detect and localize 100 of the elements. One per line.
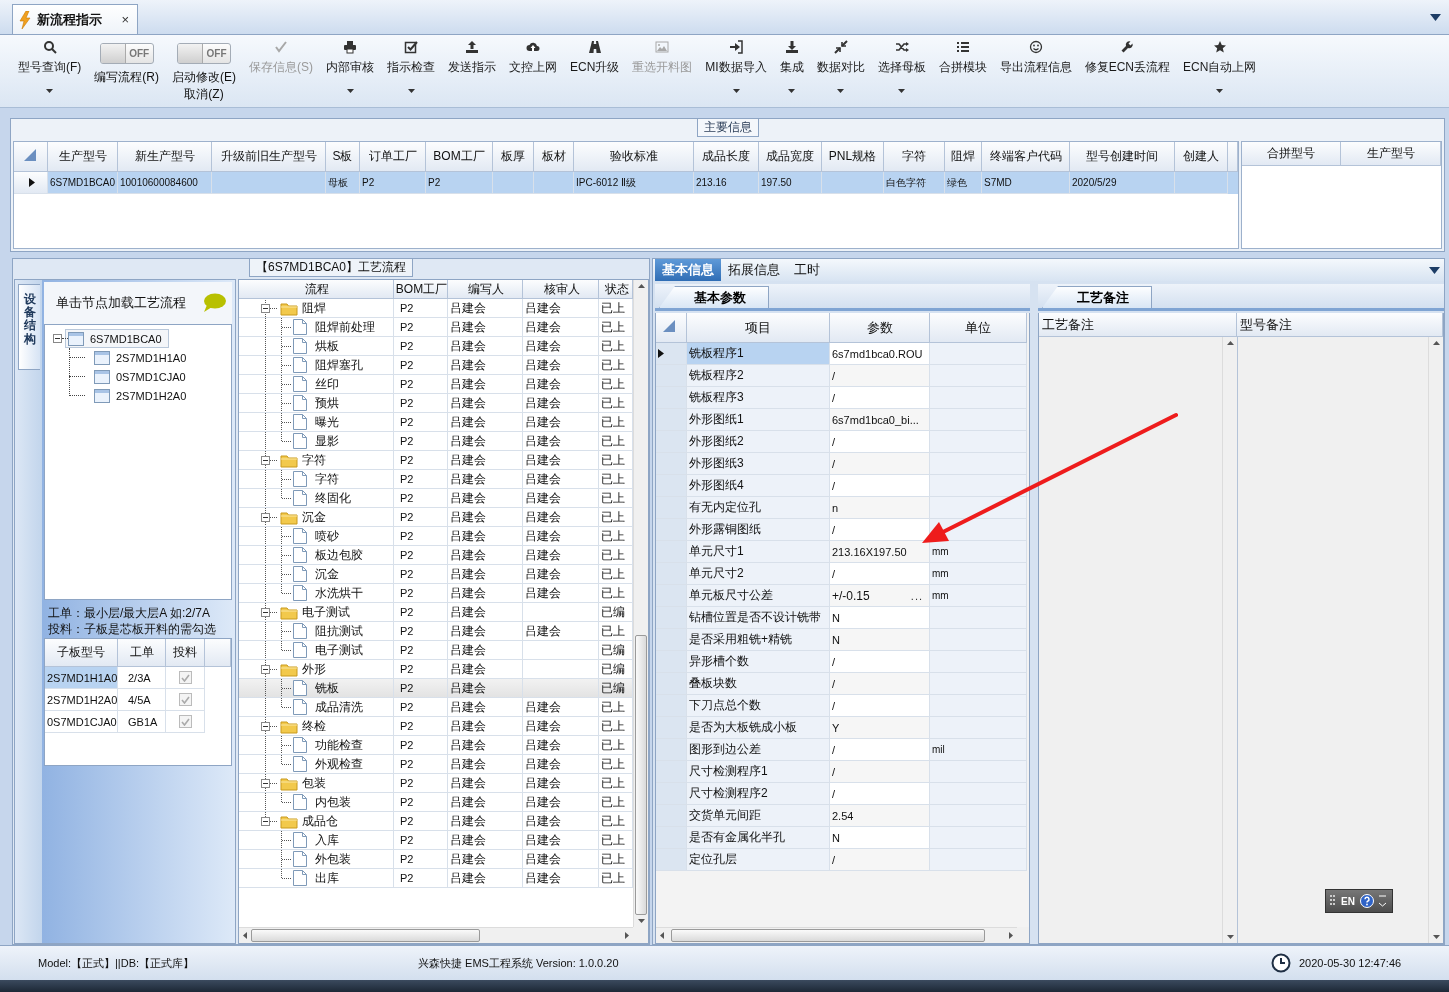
vertical-scrollbar[interactable] <box>1428 337 1443 943</box>
checkbox[interactable] <box>178 671 192 684</box>
grid-row[interactable]: 终检 P2 吕建会 吕建会 已上 <box>239 717 633 736</box>
tree-node[interactable]: 外形 <box>241 660 326 678</box>
toolbar-button[interactable]: 型号查询(F) <box>12 35 88 101</box>
grid-row[interactable]: 交货单元间距 2.54 <box>656 805 1029 827</box>
table-cell[interactable]: / <box>830 695 930 717</box>
grid-row[interactable]: 异形槽个数 / <box>656 651 1029 673</box>
column-header[interactable]: 板材 <box>534 142 574 172</box>
table-cell[interactable]: / <box>830 475 930 497</box>
grid-row[interactable]: 功能检查 P2 吕建会 吕建会 已上 <box>239 736 633 755</box>
table-row[interactable]: 6S7MD1BCA0 10010600084600 母板 P2 P2 IPC-6012 Ⅱ级 213.16 197.50 白色字符 绿色 S7MD 2020/5/29 <box>14 172 1238 194</box>
table-cell[interactable]: +/-0.15 ... <box>830 585 930 607</box>
column-header[interactable]: 状态 <box>599 280 633 299</box>
toolbar-button[interactable]: 修复ECN丢流程 <box>1078 35 1177 101</box>
table-cell[interactable]: 0S7MD1CJA0 <box>45 711 118 733</box>
scrollbar-thumb[interactable] <box>635 634 647 915</box>
table-cell[interactable]: / <box>830 387 930 409</box>
grid-row[interactable]: 成品清洗 P2 吕建会 吕建会 已上 <box>239 698 633 717</box>
tab[interactable]: 基本参数 <box>659 286 769 308</box>
tree-node[interactable]: 入库 <box>241 831 339 849</box>
tree-node[interactable]: 丝印 <box>241 375 339 393</box>
grid-row[interactable]: 铣板程序1 6s7md1bca0.ROU <box>656 343 1029 365</box>
table-cell[interactable]: / <box>830 783 930 805</box>
column-header[interactable]: 订单工厂 <box>360 142 426 172</box>
toolbar-button[interactable]: ECN自动上网 <box>1177 35 1263 101</box>
tree-node[interactable]: 喷砂 <box>241 527 339 545</box>
grid-row[interactable]: 外包装 P2 吕建会 吕建会 已上 <box>239 850 633 869</box>
toolbar-button[interactable]: ECN升级 <box>564 35 626 101</box>
tree-node[interactable]: 沉金 <box>241 565 339 583</box>
vertical-scrollbar[interactable] <box>633 280 648 927</box>
toolbar-button[interactable]: 内部审核 <box>320 35 380 101</box>
tree-node[interactable]: 曝光 <box>241 413 339 431</box>
tree-node[interactable]: 6S7MD1BCA0 <box>65 329 169 348</box>
grid-row[interactable]: 钻槽位置是否不设计铣带 N <box>656 607 1029 629</box>
table-cell[interactable]: / <box>830 519 930 541</box>
column-header[interactable]: S板 <box>326 142 360 172</box>
column-header[interactable]: 升级前旧生产型号 <box>212 142 326 172</box>
close-button[interactable]: × <box>119 12 131 27</box>
tree-node[interactable]: 外观检查 <box>241 755 363 773</box>
tree-node[interactable]: 终检 <box>241 717 326 735</box>
table-cell[interactable]: Y <box>830 717 930 739</box>
column-header[interactable]: 核审人 <box>523 280 599 299</box>
column-header[interactable]: 字符 <box>884 142 945 172</box>
toggle-switch[interactable]: OFF <box>99 43 154 64</box>
tree-node[interactable]: 阻焊塞孔 <box>241 356 363 374</box>
tree-node[interactable]: 包装 <box>241 774 326 792</box>
tree-node[interactable]: 水洗烘干 <box>241 584 363 602</box>
grid-row[interactable]: 喷砂 P2 吕建会 吕建会 已上 <box>239 527 633 546</box>
toolbar-button[interactable]: MI数据导入 <box>699 35 773 101</box>
scrollbar-thumb[interactable] <box>251 929 481 942</box>
grid-row[interactable]: 烘板 P2 吕建会 吕建会 已上 <box>239 337 633 356</box>
grid-row[interactable]: 终固化 P2 吕建会 吕建会 已上 <box>239 489 633 508</box>
horizontal-scrollbar[interactable] <box>239 927 633 943</box>
grid-row[interactable]: 电子测试 P2 吕建会 已编 <box>239 603 633 622</box>
tab[interactable]: 工艺备注 <box>1042 286 1152 308</box>
grid-row[interactable]: 外形图纸2 / <box>656 431 1029 453</box>
grid-row[interactable]: 叠板块数 / <box>656 673 1029 695</box>
tree-node[interactable]: 出库 <box>241 869 339 887</box>
grid-row[interactable]: 下刀点总个数 / <box>656 695 1029 717</box>
grid-row[interactable]: 外形图纸4 / <box>656 475 1029 497</box>
table-cell[interactable]: / <box>830 849 930 871</box>
grid-row[interactable]: 是否有金属化半孔 N <box>656 827 1029 849</box>
grid-row[interactable]: 阻抗测试 P2 吕建会 吕建会 已上 <box>239 622 633 641</box>
tree-node[interactable]: 2S7MD1H1A0 <box>91 348 194 367</box>
column-header[interactable]: 流程 <box>239 280 394 299</box>
tree-node[interactable]: 电子测试 <box>241 603 350 621</box>
grid-row[interactable]: 外形露铜图纸 / <box>656 519 1029 541</box>
column-header[interactable]: 参数 <box>830 313 930 343</box>
grid-row[interactable]: 板边包胶 P2 吕建会 吕建会 已上 <box>239 546 633 565</box>
row-header[interactable] <box>14 172 48 194</box>
table-cell[interactable]: 2.54 <box>830 805 930 827</box>
grid-row[interactable]: 内包装 P2 吕建会 吕建会 已上 <box>239 793 633 812</box>
scrollbar-thumb[interactable] <box>671 929 985 942</box>
column-header[interactable]: 验收标准 <box>574 142 694 172</box>
grid-row[interactable]: 外形图纸3 / <box>656 453 1029 475</box>
column-header[interactable]: PNL规格 <box>822 142 884 172</box>
grid-row[interactable]: 水洗烘干 P2 吕建会 吕建会 已上 <box>239 584 633 603</box>
table-cell[interactable]: N <box>830 607 930 629</box>
grid-row[interactable]: 单元板尺寸公差 +/-0.15 ... mm <box>656 585 1029 607</box>
grid-row[interactable]: 定位孔层 / <box>656 849 1029 871</box>
row-header[interactable] <box>656 343 687 365</box>
tree-node[interactable]: 字符 <box>241 451 326 469</box>
language-bar[interactable]: EN <box>1325 889 1393 913</box>
tree-node[interactable]: 显影 <box>241 432 339 450</box>
grid-row[interactable]: 单元尺寸2 / mm <box>656 563 1029 585</box>
toolbar-button[interactable]: 集成 <box>773 35 810 101</box>
tab[interactable]: 基本信息 <box>655 259 721 281</box>
column-header[interactable]: 板厚 <box>493 142 534 172</box>
column-header[interactable]: 型号创建时间 <box>1070 142 1175 172</box>
tree-node[interactable]: 成品仓 <box>241 812 338 830</box>
ellipsis-button[interactable]: ... <box>910 589 923 602</box>
column-header[interactable]: 型号备注 <box>1237 313 1443 337</box>
tree-node[interactable]: 铣板 <box>241 679 339 697</box>
tree-node[interactable]: 字符 <box>241 470 339 488</box>
table-cell[interactable]: / <box>830 651 930 673</box>
column-header[interactable]: 项目 <box>687 313 830 343</box>
checkbox[interactable] <box>178 693 192 706</box>
grid-row[interactable]: 沉金 P2 吕建会 吕建会 已上 <box>239 565 633 584</box>
table-cell[interactable]: / <box>830 739 930 761</box>
